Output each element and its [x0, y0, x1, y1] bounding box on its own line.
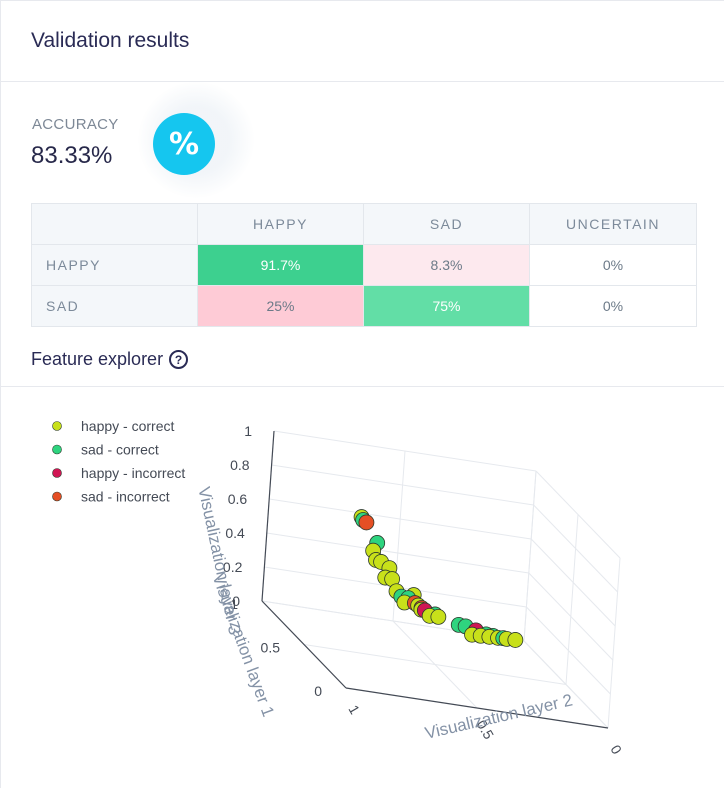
feature-explorer-label: Feature explorer	[31, 349, 164, 369]
cell-happy-sad: 8.3%	[363, 244, 530, 286]
cell-happy-happy: 91.7%	[197, 244, 364, 286]
confusion-matrix: HAPPY SAD UNCERTAIN HAPPY 91.7% 8.3% 0% …	[31, 203, 697, 327]
cell-happy-uncertain: 0%	[529, 244, 697, 286]
cell-sad-happy: 25%	[197, 285, 364, 327]
z-axis-line	[261, 430, 275, 602]
chart-points[interactable]	[353, 509, 524, 648]
table-row: HAPPY 91.7% 8.3% 0%	[31, 244, 697, 286]
column-header-uncertain: UNCERTAIN	[529, 203, 697, 245]
feature-explorer-3d-scatter[interactable]: 00.20.40.60.8100.5100.51 Visualization la…	[0, 387, 724, 787]
y-tick-label: 1	[345, 702, 363, 717]
y-axis-title: Visualization layer 2	[423, 690, 574, 742]
x-tick-label: 0.5	[261, 640, 281, 656]
feature-explorer-title: Feature explorer ?	[31, 349, 189, 370]
y-tick-label: 0	[607, 742, 625, 757]
row-header-sad: SAD	[31, 285, 198, 327]
scatter-point	[358, 514, 375, 531]
row-header-happy: HAPPY	[31, 244, 198, 286]
cell-sad-sad: 75%	[363, 285, 530, 327]
legend-label: sad - correct	[81, 442, 159, 458]
legend-label: sad - incorrect	[81, 489, 170, 505]
column-header-happy: HAPPY	[197, 203, 364, 245]
cell-sad-uncertain: 0%	[529, 285, 697, 327]
header-divider	[0, 81, 724, 82]
column-header-sad: SAD	[363, 203, 530, 245]
legend-marker	[52, 444, 62, 455]
question-circle-icon[interactable]: ?	[169, 350, 189, 369]
x-tick-label: 0	[314, 683, 322, 699]
z-tick-label: 0.8	[230, 457, 250, 473]
legend-marker	[52, 491, 62, 502]
chart-legend[interactable]: happy - correct sad - correct happy - inco…	[52, 418, 186, 505]
legend-marker	[52, 468, 62, 478]
accuracy-label: ACCURACY	[32, 116, 119, 133]
legend-marker	[52, 421, 62, 431]
page-title: Validation results	[31, 29, 190, 52]
z-tick-label: 1	[244, 423, 252, 439]
legend-label: happy - correct	[81, 418, 174, 434]
percent-icon: %	[153, 113, 215, 175]
table-row: SAD 25% 75% 0%	[31, 285, 697, 327]
accuracy-value: 83.33%	[31, 142, 113, 169]
scatter-point	[507, 632, 524, 648]
z-tick-label: 0.4	[225, 525, 245, 541]
scatter-point	[430, 608, 447, 625]
z-tick-label: 0.6	[228, 491, 248, 507]
confusion-matrix-corner	[31, 203, 198, 245]
confusion-matrix-header-row: HAPPY SAD UNCERTAIN	[31, 203, 697, 245]
legend-label: happy - incorrect	[81, 465, 185, 481]
